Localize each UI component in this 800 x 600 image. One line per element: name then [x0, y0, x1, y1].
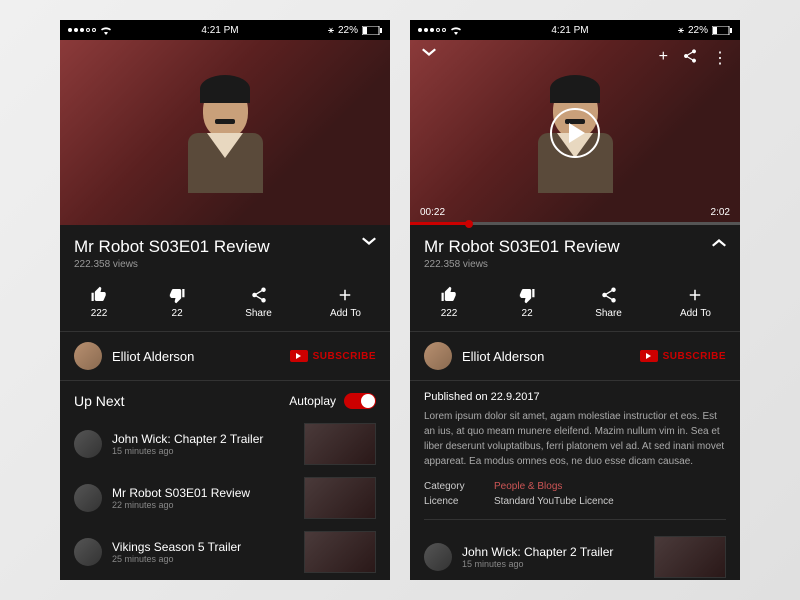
- dislike-button[interactable]: 22: [167, 286, 187, 319]
- collapse-chevron-up-icon[interactable]: [712, 237, 726, 247]
- play-icon: [569, 123, 585, 143]
- video-player[interactable]: + ⋮ 00:22 2:02: [410, 40, 740, 225]
- thumbs-down-icon: [517, 286, 537, 304]
- video-player[interactable]: [60, 40, 390, 225]
- youtube-icon: [290, 350, 308, 362]
- video-description: Lorem ipsum dolor sit amet, agam molesti…: [410, 409, 740, 479]
- video-title: Mr Robot S03E01 Review: [424, 237, 620, 257]
- play-button[interactable]: [550, 108, 600, 158]
- status-time: 4:21 PM: [551, 25, 588, 36]
- addto-button[interactable]: Add To: [680, 286, 711, 319]
- minimize-chevron-down-icon[interactable]: [422, 48, 436, 58]
- channel-name[interactable]: Elliot Alderson: [112, 349, 280, 364]
- bluetooth-icon: ⚹: [678, 25, 684, 36]
- bluetooth-icon: ⚹: [328, 25, 334, 36]
- thumbs-down-icon: [167, 286, 187, 304]
- phone-collapsed: 4:21 PM ⚹ 22% Mr Robot S03E01 Review 222…: [60, 20, 390, 580]
- publish-date: Published on 22.9.2017: [410, 381, 740, 409]
- avatar: [74, 484, 102, 512]
- wifi-icon: [100, 26, 112, 35]
- avatar: [424, 543, 452, 571]
- wifi-icon: [450, 26, 462, 35]
- video-thumbnail: [304, 531, 376, 573]
- youtube-icon: [640, 350, 658, 362]
- more-icon[interactable]: ⋮: [712, 48, 728, 68]
- phone-expanded: 4:21 PM ⚹ 22% + ⋮ 00:22 2:02 Mr R: [410, 20, 740, 580]
- thumbs-up-icon: [89, 286, 109, 304]
- share-icon: [599, 286, 619, 304]
- share-icon: [249, 286, 269, 304]
- category-value[interactable]: People & Blogs: [494, 481, 562, 492]
- list-item[interactable]: Mr Robot S03E01 Review22 minutes ago: [60, 471, 390, 525]
- plus-icon: [685, 286, 705, 304]
- list-item[interactable]: John Wick: Chapter 2 Trailer15 minutes a…: [410, 530, 740, 580]
- licence-value: Standard YouTube Licence: [494, 496, 614, 507]
- thumbs-up-icon: [439, 286, 459, 304]
- view-count: 222.358 views: [60, 259, 390, 280]
- autoplay-toggle[interactable]: [344, 393, 376, 409]
- view-count: 222.358 views: [410, 259, 740, 280]
- battery-icon: [712, 26, 732, 35]
- upnext-label: Up Next: [74, 393, 125, 409]
- channel-avatar[interactable]: [74, 342, 102, 370]
- divider: [424, 519, 726, 520]
- share-icon[interactable]: [682, 48, 698, 64]
- video-title: Mr Robot S03E01 Review: [74, 237, 270, 257]
- addto-button[interactable]: Add To: [330, 286, 361, 319]
- subscribe-button[interactable]: SUBSCRIBE: [640, 350, 726, 362]
- category-label: Category: [424, 481, 494, 492]
- time-duration: 2:02: [711, 207, 730, 218]
- subscribe-button[interactable]: SUBSCRIBE: [290, 350, 376, 362]
- video-thumbnail: [654, 536, 726, 578]
- list-item[interactable]: John Wick: Chapter 2 Trailer15 minutes a…: [60, 417, 390, 471]
- like-button[interactable]: 222: [439, 286, 459, 319]
- battery-icon: [362, 26, 382, 35]
- autoplay-label: Autoplay: [289, 394, 336, 408]
- avatar: [74, 430, 102, 458]
- status-bar: 4:21 PM ⚹ 22%: [60, 20, 390, 40]
- action-bar: 222 22 Share Add To: [410, 280, 740, 332]
- time-elapsed: 00:22: [420, 207, 445, 218]
- list-item[interactable]: Vikings Season 5 Trailer25 minutes ago: [60, 525, 390, 579]
- channel-avatar[interactable]: [424, 342, 452, 370]
- video-thumbnail: [304, 477, 376, 519]
- dislike-button[interactable]: 22: [517, 286, 537, 319]
- progress-bar[interactable]: [410, 222, 740, 225]
- channel-name[interactable]: Elliot Alderson: [462, 349, 630, 364]
- expand-chevron-down-icon[interactable]: [362, 237, 376, 247]
- avatar: [74, 538, 102, 566]
- battery-percent: 22%: [338, 25, 358, 36]
- action-bar: 222 22 Share Add To: [60, 280, 390, 332]
- status-bar: 4:21 PM ⚹ 22%: [410, 20, 740, 40]
- video-thumbnail: [304, 423, 376, 465]
- add-icon[interactable]: +: [659, 48, 668, 68]
- licence-label: Licence: [424, 496, 494, 507]
- share-button[interactable]: Share: [595, 286, 622, 319]
- status-time: 4:21 PM: [201, 25, 238, 36]
- battery-percent: 22%: [688, 25, 708, 36]
- plus-icon: [335, 286, 355, 304]
- share-button[interactable]: Share: [245, 286, 272, 319]
- like-button[interactable]: 222: [89, 286, 109, 319]
